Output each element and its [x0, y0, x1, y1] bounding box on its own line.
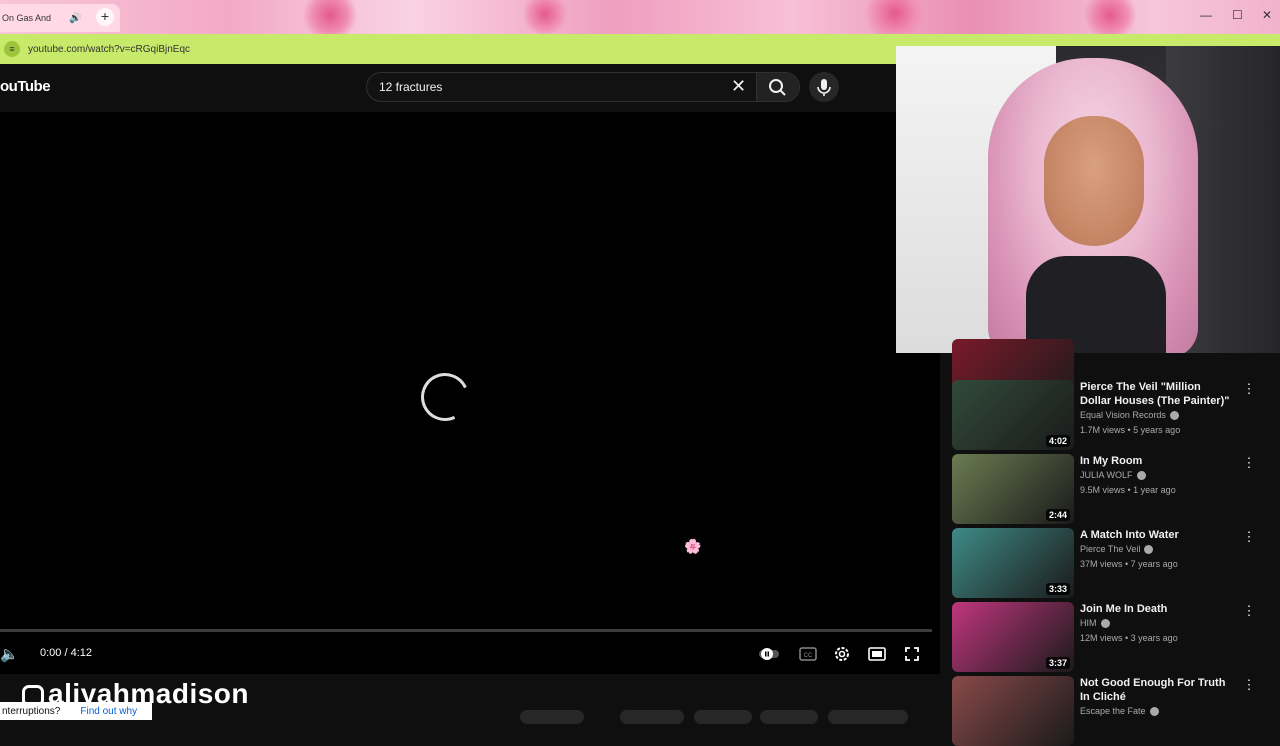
action-pill[interactable] — [620, 710, 684, 724]
below-player-area: aliyahmadison nterruptions? Find out why — [0, 674, 940, 724]
browser-tab-bar: On Gas And 🔊 ✕ + — ☐ ✕ — [0, 0, 1280, 40]
duration-badge: 3:33 — [1045, 583, 1070, 595]
blossom-decoration — [860, 0, 930, 38]
cursor-flower-icon: 🌸 — [684, 538, 702, 554]
theater-mode-button[interactable] — [866, 643, 888, 665]
video-thumbnail[interactable]: 3:33 — [952, 528, 1074, 598]
search-icon — [769, 79, 786, 96]
channel-name-text: HIM — [1080, 618, 1097, 628]
settings-button[interactable] — [831, 643, 853, 665]
gear-icon — [835, 647, 849, 661]
fullscreen-button[interactable] — [901, 643, 923, 665]
video-thumbnail[interactable]: 3:37 — [952, 602, 1074, 672]
verified-icon — [1149, 707, 1159, 717]
video-title[interactable]: In My Room — [1080, 454, 1230, 468]
recommendation-item[interactable]: 4:02 Pierce The Veil "Million Dollar Hous… — [952, 380, 1274, 450]
more-options-icon[interactable]: ⋮ — [1242, 602, 1256, 620]
more-options-icon[interactable]: ⋮ — [1242, 454, 1256, 472]
recommendation-item[interactable]: 3:37 Join Me In Death HIM 12M views • 3 yea… — [952, 602, 1274, 672]
video-meta: 12M views • 3 years ago — [1080, 633, 1178, 643]
speaker-icon[interactable]: 🔊 — [69, 13, 81, 24]
clear-search-icon[interactable]: ✕ — [731, 77, 746, 95]
channel-name[interactable]: JULIA WOLF — [1080, 470, 1146, 481]
search-box[interactable] — [366, 72, 758, 102]
search-input[interactable] — [377, 79, 717, 95]
recommendation-item[interactable]: Not Good Enough For Truth In Cliché Escap… — [952, 676, 1274, 746]
microphone-icon — [817, 79, 831, 96]
channel-name[interactable]: Equal Vision Records — [1080, 410, 1179, 421]
autoplay-icon — [759, 648, 779, 660]
verified-icon — [1169, 411, 1179, 421]
webcam-overlay — [896, 46, 1280, 353]
video-thumbnail[interactable]: 2:44 — [952, 454, 1074, 524]
url-text: youtube.com/watch?v=cRGqiBjnEqc — [28, 43, 191, 55]
channel-name-text: JULIA WOLF — [1080, 470, 1133, 480]
channel-name[interactable]: Escape the Fate — [1080, 706, 1159, 717]
action-pill[interactable] — [828, 710, 908, 724]
captions-button[interactable]: CC — [797, 643, 819, 665]
video-thumbnail[interactable]: 4:02 — [952, 380, 1074, 450]
video-title[interactable]: Join Me In Death — [1080, 602, 1230, 616]
channel-name-text: Pierce The Veil — [1080, 544, 1141, 554]
video-meta: 9.5M views • 1 year ago — [1080, 485, 1176, 495]
voice-search-button[interactable] — [809, 72, 839, 102]
video-meta: 37M views • 7 years ago — [1080, 559, 1178, 569]
channel-name[interactable]: Pierce The Veil — [1080, 544, 1154, 555]
channel-name-text: Escape the Fate — [1080, 706, 1146, 716]
more-options-icon[interactable]: ⋮ — [1242, 676, 1256, 694]
close-window-icon[interactable]: ✕ — [1262, 8, 1272, 22]
verified-icon — [1136, 471, 1146, 481]
blossom-decoration — [520, 0, 570, 34]
video-title[interactable]: Pierce The Veil "Million Dollar Houses (… — [1080, 380, 1230, 408]
minimize-icon[interactable]: — — [1200, 8, 1212, 22]
video-thumbnail[interactable] — [952, 676, 1074, 746]
action-pill[interactable] — [760, 710, 818, 724]
maximize-icon[interactable]: ☐ — [1232, 8, 1243, 22]
interruptions-text: nterruptions? — [2, 705, 61, 717]
verified-icon — [1144, 545, 1154, 555]
volume-icon[interactable]: 🔈 — [0, 645, 19, 663]
duration-badge: 3:37 — [1045, 657, 1070, 669]
captions-icon: CC — [799, 647, 817, 661]
tab-title: On Gas And — [2, 13, 52, 23]
recommendation-item[interactable]: 3:33 A Match Into Water Pierce The Veil 37M… — [952, 528, 1274, 598]
youtube-logo[interactable]: ouTube — [0, 78, 51, 95]
youtube-header: ouTube ✕ — [0, 64, 896, 112]
theater-mode-icon — [868, 647, 886, 661]
webcam-person-face — [1044, 116, 1144, 246]
video-title[interactable]: Not Good Enough For Truth In Cliché — [1080, 676, 1230, 704]
autoplay-toggle[interactable] — [758, 643, 780, 665]
duration-badge: 2:44 — [1045, 509, 1070, 521]
action-pill[interactable] — [520, 710, 584, 724]
channel-name[interactable]: HIM — [1080, 618, 1110, 629]
site-info-icon[interactable]: ≡ — [4, 41, 20, 57]
more-options-icon[interactable]: ⋮ — [1242, 528, 1256, 546]
search-button[interactable] — [756, 72, 800, 102]
progress-bar[interactable] — [0, 629, 932, 632]
svg-text:CC: CC — [804, 653, 813, 659]
recommendations-sidebar: 3:484:02Pierce The Veil "Million Dollar … — [940, 339, 1280, 746]
time-display: 0:00 / 4:12 — [40, 647, 92, 659]
find-out-why-link[interactable]: Find out why — [80, 706, 137, 717]
new-tab-button[interactable]: + — [96, 8, 114, 26]
loading-spinner-icon — [414, 366, 476, 428]
video-player[interactable]: 🌸 🔈 0:00 / 4:12 CC — [0, 112, 940, 674]
action-pill[interactable] — [694, 710, 752, 724]
video-title[interactable]: A Match Into Water — [1080, 528, 1230, 542]
verified-icon — [1100, 619, 1110, 629]
duration-badge: 4:02 — [1045, 435, 1070, 447]
recommendation-item[interactable]: 2:44 In My Room JULIA WOLF 9.5M views • 1 y… — [952, 454, 1274, 524]
video-meta: 1.7M views • 5 years ago — [1080, 425, 1181, 435]
fullscreen-icon — [905, 647, 919, 661]
interruptions-prompt: nterruptions? Find out why — [0, 702, 152, 720]
url-field[interactable]: ≡ youtube.com/watch?v=cRGqiBjnEqc — [4, 39, 190, 59]
more-options-icon[interactable]: ⋮ — [1242, 380, 1256, 398]
channel-name-text: Equal Vision Records — [1080, 410, 1166, 420]
blossom-decoration — [1080, 0, 1140, 38]
